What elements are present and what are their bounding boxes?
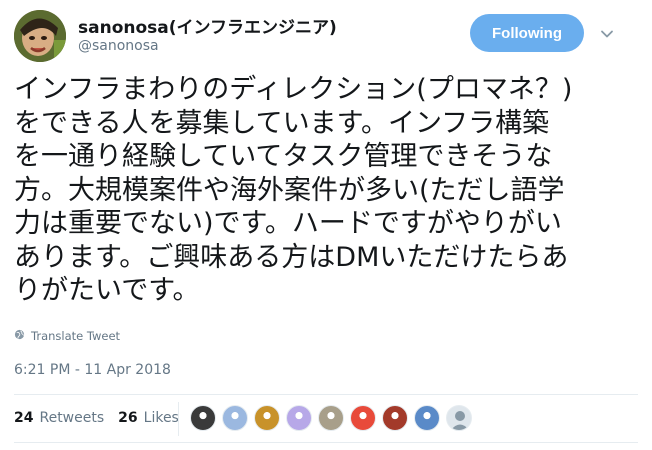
author-display-name[interactable]: sanonosa(インフラエンジニア) [78,13,337,38]
translate-tweet-link[interactable]: Translate Tweet [14,329,120,343]
avatar[interactable] [14,10,66,62]
retweets-count[interactable]: 24 [14,410,33,426]
liker-avatar[interactable] [350,405,376,431]
author-handle[interactable]: @sanonosa [78,38,159,54]
tweet-text: インフラまわりのディレクション(プロマネ？) をできる人を募集しています。インフ… [14,74,573,306]
translate-label: Translate Tweet [31,329,121,343]
liker-avatar[interactable] [318,405,344,431]
tweet-card: sanonosa(インフラエンジニア) @sanonosa Following … [0,0,652,450]
following-button[interactable]: Following [470,14,584,52]
divider [14,442,638,443]
likes-count[interactable]: 26 [118,410,137,426]
retweets-label[interactable]: Retweets [39,410,104,426]
liker-avatar[interactable] [446,405,472,431]
stats-separator [178,402,179,436]
likes-label[interactable]: Likes [144,410,179,426]
liker-avatar[interactable] [382,405,408,431]
liker-avatar[interactable] [254,405,280,431]
liker-avatar[interactable] [222,405,248,431]
liker-avatar[interactable] [414,405,440,431]
tweet-stats: 24 Retweets 26 Likes [14,410,187,426]
avatar-photo [14,10,66,62]
liker-avatar[interactable] [190,405,216,431]
globe-icon [14,329,25,343]
chevron-down-icon[interactable] [600,26,614,40]
divider [14,394,638,395]
liker-avatar[interactable] [286,405,312,431]
tweet-timestamp[interactable]: 6:21 PM - 11 Apr 2018 [14,362,171,378]
likers-list [190,405,472,431]
